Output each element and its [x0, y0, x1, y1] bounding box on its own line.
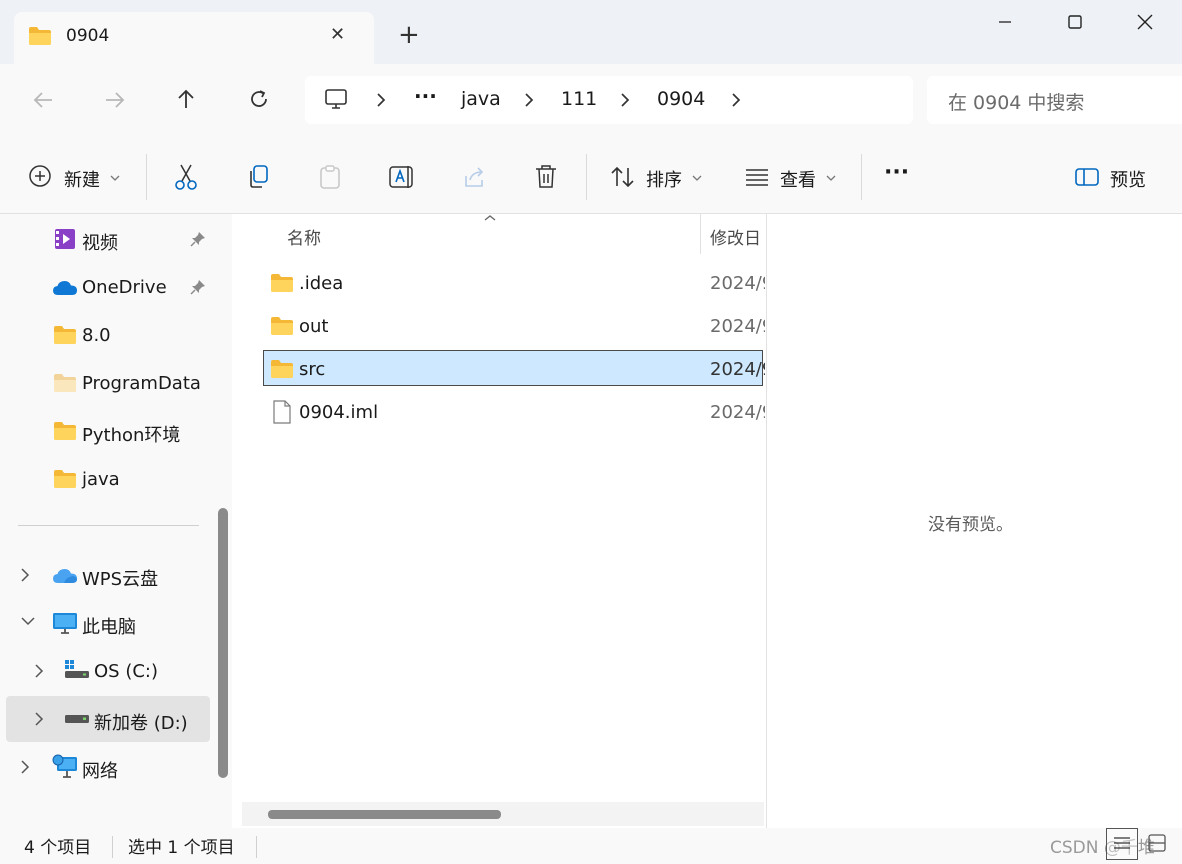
folder-icon	[28, 26, 52, 46]
drive-d-icon	[64, 713, 90, 725]
sidebar-item-videos[interactable]: 视频	[82, 229, 118, 255]
share-icon[interactable]	[462, 164, 488, 190]
watermark-text: CSDN @千堆	[1050, 838, 1155, 858]
cloud-icon	[52, 567, 78, 585]
file-date: 2024/9	[710, 316, 765, 337]
folder-icon	[53, 421, 77, 441]
new-button[interactable]: 新建	[64, 166, 100, 192]
chevron-right-icon[interactable]	[34, 711, 44, 727]
file-name[interactable]: out	[299, 316, 328, 337]
column-header-date[interactable]: 修改日	[710, 224, 761, 249]
more-options-button[interactable]: ···	[884, 160, 909, 185]
details-view-button[interactable]	[1106, 828, 1138, 860]
chevron-right-icon[interactable]	[620, 92, 630, 108]
sort-ascending-icon	[483, 214, 497, 222]
rename-icon[interactable]	[388, 164, 416, 190]
chevron-down-icon	[826, 174, 836, 182]
tab-title: 0904	[66, 26, 110, 46]
refresh-button[interactable]	[248, 88, 270, 110]
item-count: 4 个项目	[24, 838, 92, 858]
cut-icon[interactable]	[173, 163, 199, 191]
folder-icon	[270, 316, 294, 336]
sidebar-scrollbar[interactable]	[218, 508, 228, 778]
chevron-right-icon[interactable]	[524, 92, 534, 108]
chevron-right-icon[interactable]	[34, 663, 44, 679]
folder-icon	[53, 325, 77, 345]
view-icon	[744, 166, 770, 188]
preview-button[interactable]: 预览	[1110, 166, 1146, 192]
file-date: 2024/9	[710, 359, 765, 380]
file-name[interactable]: 0904.iml	[299, 402, 378, 423]
breadcrumb-java[interactable]: java	[461, 88, 501, 110]
chevron-right-icon[interactable]	[20, 759, 30, 775]
folder-icon	[53, 469, 77, 489]
video-icon	[54, 228, 76, 250]
selected-count: 选中 1 个项目	[128, 838, 235, 858]
minimize-button[interactable]	[970, 0, 1040, 44]
view-button[interactable]: 查看	[780, 166, 816, 192]
sidebar-item-java[interactable]: java	[82, 469, 120, 490]
plus-circle-icon	[28, 164, 52, 188]
back-button[interactable]	[32, 90, 54, 110]
close-window-button[interactable]	[1110, 0, 1180, 44]
table-row[interactable]	[270, 273, 764, 309]
column-header-name[interactable]: 名称	[287, 224, 321, 249]
tiles-view-button[interactable]	[1142, 828, 1174, 860]
no-preview-text: 没有预览。	[928, 515, 1013, 535]
file-date: 2024/9	[710, 273, 765, 294]
drive-c-icon	[64, 659, 90, 679]
sidebar-item-d-label: 新加卷 (D:)	[94, 713, 188, 734]
sidebar-item-onedrive[interactable]: OneDrive	[82, 277, 167, 298]
search-placeholder: 在 0904 中搜索	[948, 92, 1085, 114]
chevron-down-icon	[110, 174, 120, 182]
pin-icon[interactable]	[190, 231, 206, 247]
maximize-button[interactable]	[1040, 0, 1110, 44]
chevron-down-icon[interactable]	[20, 616, 36, 626]
up-button[interactable]	[176, 88, 196, 110]
preview-pane-icon	[1074, 166, 1100, 188]
folder-icon	[53, 373, 77, 393]
file-name[interactable]: src	[299, 359, 325, 380]
sidebar-item-this-pc[interactable]: 此电脑	[82, 613, 136, 639]
folder-icon	[270, 359, 294, 379]
onedrive-icon	[52, 279, 78, 297]
sidebar-item-network[interactable]: 网络	[82, 757, 118, 783]
breadcrumb-0904[interactable]: 0904	[657, 88, 705, 110]
file-date: 2024/9	[710, 402, 765, 423]
file-icon	[272, 400, 292, 424]
sidebar-divider	[18, 525, 199, 526]
paste-icon[interactable]	[318, 164, 342, 190]
new-tab-button[interactable]: +	[398, 20, 420, 50]
tab-close-button[interactable]: ✕	[330, 24, 345, 45]
sidebar-item-python-env[interactable]: Python环境	[82, 421, 180, 447]
status-divider	[112, 836, 113, 858]
computer-icon	[324, 88, 348, 110]
horizontal-scrollbar-thumb[interactable]	[268, 810, 501, 819]
selected-row-highlight	[263, 350, 763, 386]
forward-button[interactable]	[104, 90, 126, 110]
chevron-down-icon	[692, 174, 702, 182]
status-divider	[256, 836, 257, 858]
breadcrumb-111[interactable]: 111	[561, 88, 597, 110]
chevron-right-icon[interactable]	[731, 92, 741, 108]
chevron-right-icon[interactable]	[20, 567, 30, 583]
file-name: .idea	[299, 273, 344, 294]
sidebar-item-os-c[interactable]: OS (C:)	[94, 661, 158, 682]
sidebar-item-programdata[interactable]: ProgramData	[82, 373, 201, 394]
column-divider[interactable]	[700, 214, 701, 254]
copy-icon[interactable]	[246, 164, 270, 190]
chevron-right-icon[interactable]	[376, 92, 386, 108]
delete-icon[interactable]	[534, 164, 558, 190]
pin-icon[interactable]	[190, 279, 206, 295]
this-pc-icon	[52, 612, 78, 634]
sort-icon	[610, 164, 636, 190]
network-icon	[52, 754, 78, 778]
sort-button[interactable]: 排序	[646, 166, 682, 192]
sidebar-item-wps-cloud[interactable]: WPS云盘	[82, 565, 158, 591]
sidebar-item-8-0[interactable]: 8.0	[82, 325, 111, 346]
folder-icon	[270, 273, 294, 293]
breadcrumb-ellipsis[interactable]: ···	[414, 84, 437, 108]
address-bar[interactable]	[305, 76, 913, 124]
